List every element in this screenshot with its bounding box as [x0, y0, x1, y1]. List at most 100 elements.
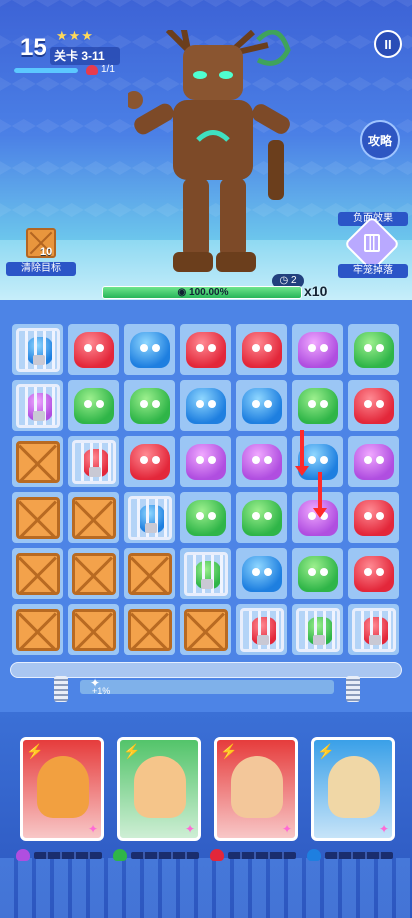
sparkle-icon: ✦ [184, 822, 195, 836]
crate-block-icon [15, 440, 60, 483]
board-cell[interactable] [292, 380, 343, 431]
board-cell[interactable] [68, 436, 119, 487]
board-cell[interactable] [348, 324, 399, 375]
board-cell[interactable] [68, 492, 119, 543]
hero-charge-bar [228, 852, 296, 859]
crate-block-icon [183, 608, 228, 651]
board-cell[interactable] [12, 492, 63, 543]
green-gem-icon [73, 387, 114, 424]
cage-bar [219, 554, 223, 593]
board-cell[interactable] [12, 436, 63, 487]
goal-label: 清除目标 [6, 262, 76, 276]
crate-block-icon [71, 552, 116, 595]
board-cell[interactable] [348, 548, 399, 599]
negative-effect-label: 牢笼掉落 [338, 264, 408, 278]
boss-tree-golem[interactable] [128, 30, 298, 278]
board-cell[interactable] [180, 436, 231, 487]
lock-icon [88, 466, 101, 477]
cage-icon [364, 234, 380, 252]
cage-bar [24, 386, 28, 425]
hero-card-flower-girl[interactable]: ⚡ ✦ [117, 737, 201, 841]
board-cell[interactable] [68, 604, 119, 655]
cage-bar [80, 442, 84, 481]
battle-arena: 15 ★★★ 关卡 3-11 1/1 II 攻略 10 清除目标 负面效果 牢笼… [0, 0, 412, 300]
red-gem-icon [241, 331, 282, 368]
sparkle-icon: ✦ [87, 822, 98, 836]
red-gem-icon [129, 443, 170, 480]
board-cell[interactable] [180, 380, 231, 431]
board-cell[interactable] [348, 380, 399, 431]
board-cell[interactable] [68, 324, 119, 375]
board-cell[interactable] [68, 548, 119, 599]
board-cell[interactable] [236, 436, 287, 487]
board-cell[interactable] [236, 492, 287, 543]
board-cell[interactable] [292, 324, 343, 375]
red-element-icon [210, 849, 224, 861]
wave-progress-fill [14, 68, 78, 73]
board-cell[interactable] [124, 548, 175, 599]
sparkle-icon: ✦ [281, 822, 292, 836]
board-cell[interactable] [180, 492, 231, 543]
board-cell[interactable] [180, 324, 231, 375]
board-cell[interactable] [348, 436, 399, 487]
red-gem-icon [353, 499, 394, 536]
purple-gem-icon [297, 331, 338, 368]
boss-hp-text: ◉ 100.00% [177, 287, 229, 298]
board-cell[interactable] [12, 324, 63, 375]
lock-icon [256, 634, 269, 645]
match-board[interactable] [12, 324, 400, 662]
board-cell[interactable] [236, 604, 287, 655]
lock-icon [368, 634, 381, 645]
caged-green-gem-icon [183, 551, 228, 596]
lightning-icon: ⚡ [317, 743, 335, 759]
cage-bar [387, 610, 391, 649]
board-cell[interactable] [12, 604, 63, 655]
board-cell[interactable] [12, 548, 63, 599]
hero-card-opera-hero[interactable]: ⚡ ✦ [214, 737, 298, 841]
board-cell[interactable] [292, 548, 343, 599]
cage-bar [275, 610, 279, 649]
goal-count: 10 [40, 246, 53, 258]
lightning-icon: ⚡ [123, 743, 141, 759]
board-cell[interactable] [124, 492, 175, 543]
guide-button[interactable]: 攻略 [360, 120, 400, 160]
sparkle-icon: ✦ [378, 822, 389, 836]
hero-portrait [134, 756, 186, 818]
board-cell[interactable] [124, 380, 175, 431]
board-cell[interactable] [124, 604, 175, 655]
hero-portrait [328, 756, 380, 818]
board-cell[interactable] [236, 380, 287, 431]
lightning-icon: ⚡ [26, 743, 44, 759]
boss-hp-bar: ◉ 100.00% [102, 286, 302, 299]
crate-block-icon [127, 608, 172, 651]
board-cell[interactable] [124, 324, 175, 375]
board-cell[interactable] [180, 604, 231, 655]
wave-progress-bar [14, 68, 78, 73]
board-cell[interactable] [348, 492, 399, 543]
crate-block-icon [15, 496, 60, 539]
cage-bar [51, 386, 55, 425]
board-cell[interactable] [292, 472, 343, 543]
green-gem-icon [241, 499, 282, 536]
green-gem-icon [129, 387, 170, 424]
board-cell[interactable] [68, 380, 119, 431]
board-cell[interactable] [12, 380, 63, 431]
hero-portrait [231, 756, 283, 818]
board-cell[interactable] [236, 548, 287, 599]
hero-card-monkey-king[interactable]: ⚡ ✦ [20, 737, 104, 841]
green-gem-icon [185, 499, 226, 536]
lock-icon [32, 410, 45, 421]
board-cell[interactable] [292, 604, 343, 655]
lock-icon [144, 522, 157, 533]
board-cell[interactable] [348, 604, 399, 655]
swap-hint-arrow-icon [295, 430, 309, 476]
lock-icon [312, 634, 325, 645]
caged-red-gem-icon [239, 607, 284, 652]
pause-button[interactable]: II [374, 30, 402, 58]
caged-blue-gem-icon [15, 327, 60, 372]
wave-counter: 1/1 [86, 64, 115, 75]
board-cell[interactable] [124, 436, 175, 487]
board-cell[interactable] [236, 324, 287, 375]
hero-card-skull-girl[interactable]: ⚡ ✦ [311, 737, 395, 841]
board-cell[interactable] [180, 548, 231, 599]
